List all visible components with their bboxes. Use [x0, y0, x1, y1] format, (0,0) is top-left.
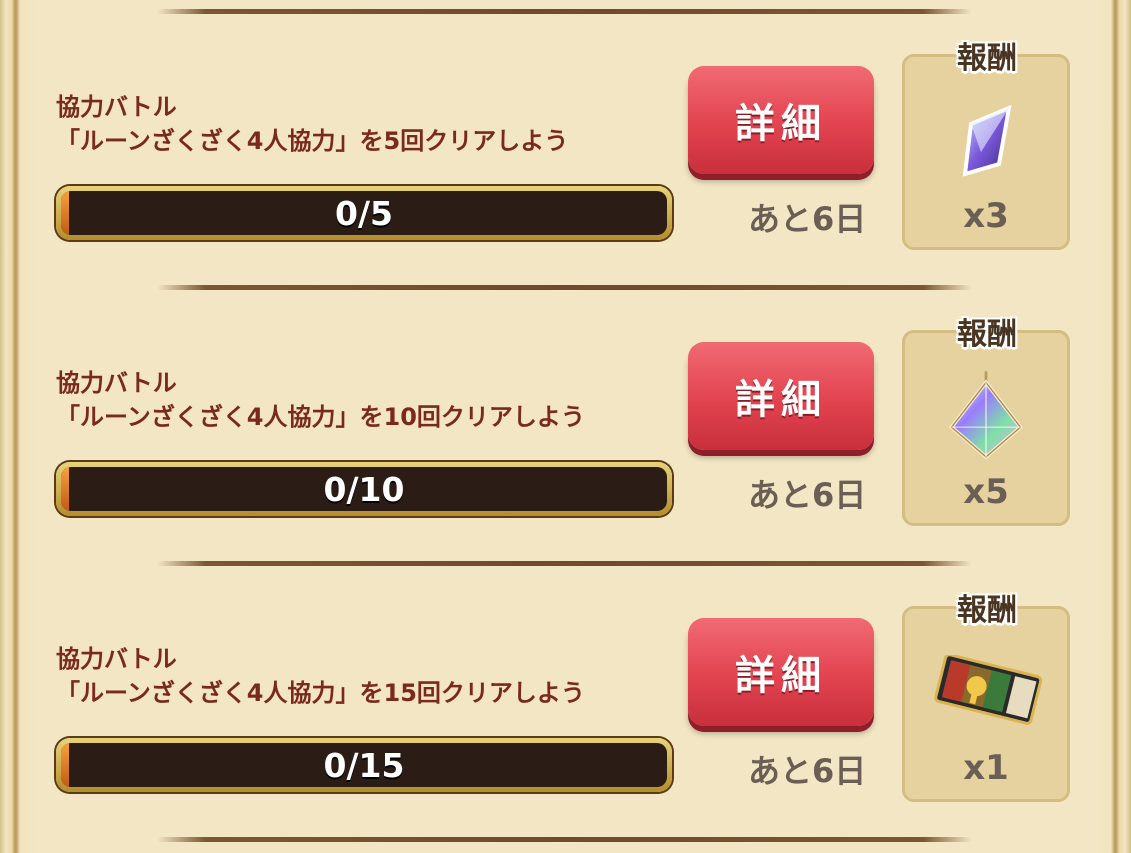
mission-title: 協力バトル 「ルーンざくざく4人協力」を15回クリアしよう — [56, 642, 585, 710]
divider — [157, 9, 972, 14]
mission-category: 協力バトル — [56, 93, 177, 121]
remaining-time: あと6日 — [748, 200, 867, 238]
progress-bar: 0/10 — [56, 462, 672, 516]
remaining-time: あと6日 — [748, 476, 867, 514]
detail-button[interactable]: 詳細 — [688, 342, 874, 450]
ticket-icon — [932, 650, 1044, 730]
mission-description: 「ルーンざくざく4人協力」を15回クリアしよう — [56, 679, 585, 707]
progress-text: 0/15 — [323, 745, 405, 785]
frame-right-border — [1091, 0, 1131, 853]
mission-category: 協力バトル — [56, 369, 177, 397]
progress-bar: 0/15 — [56, 738, 672, 792]
reward-label: 報酬 — [957, 317, 1017, 352]
detail-button[interactable]: 詳細 — [688, 618, 874, 726]
prism-gem-icon — [946, 366, 1026, 466]
frame-left-border — [0, 0, 40, 853]
reward-count: x5 — [963, 472, 1009, 512]
reward-count: x3 — [963, 196, 1009, 236]
reward-count: x1 — [963, 748, 1009, 788]
mission-category: 協力バトル — [56, 645, 177, 673]
mission-title: 協力バトル 「ルーンざくざく4人協力」を10回クリアしよう — [56, 366, 585, 434]
mission-description: 「ルーンざくざく4人協力」を10回クリアしよう — [56, 403, 585, 431]
reward-label: 報酬 — [957, 593, 1017, 628]
divider — [157, 837, 972, 842]
progress-text: 0/10 — [323, 469, 405, 509]
progress-text: 0/5 — [335, 193, 393, 233]
mission-title: 協力バトル 「ルーンざくざく4人協力」を5回クリアしよう — [56, 90, 568, 158]
remaining-time: あと6日 — [748, 752, 867, 790]
divider — [157, 285, 972, 290]
reward-label: 報酬 — [957, 41, 1017, 76]
divider — [157, 561, 972, 566]
mission-description: 「ルーンざくざく4人協力」を5回クリアしよう — [56, 127, 569, 155]
crystal-shard-icon — [946, 102, 1026, 182]
progress-bar: 0/5 — [56, 186, 672, 240]
detail-button[interactable]: 詳細 — [688, 66, 874, 174]
